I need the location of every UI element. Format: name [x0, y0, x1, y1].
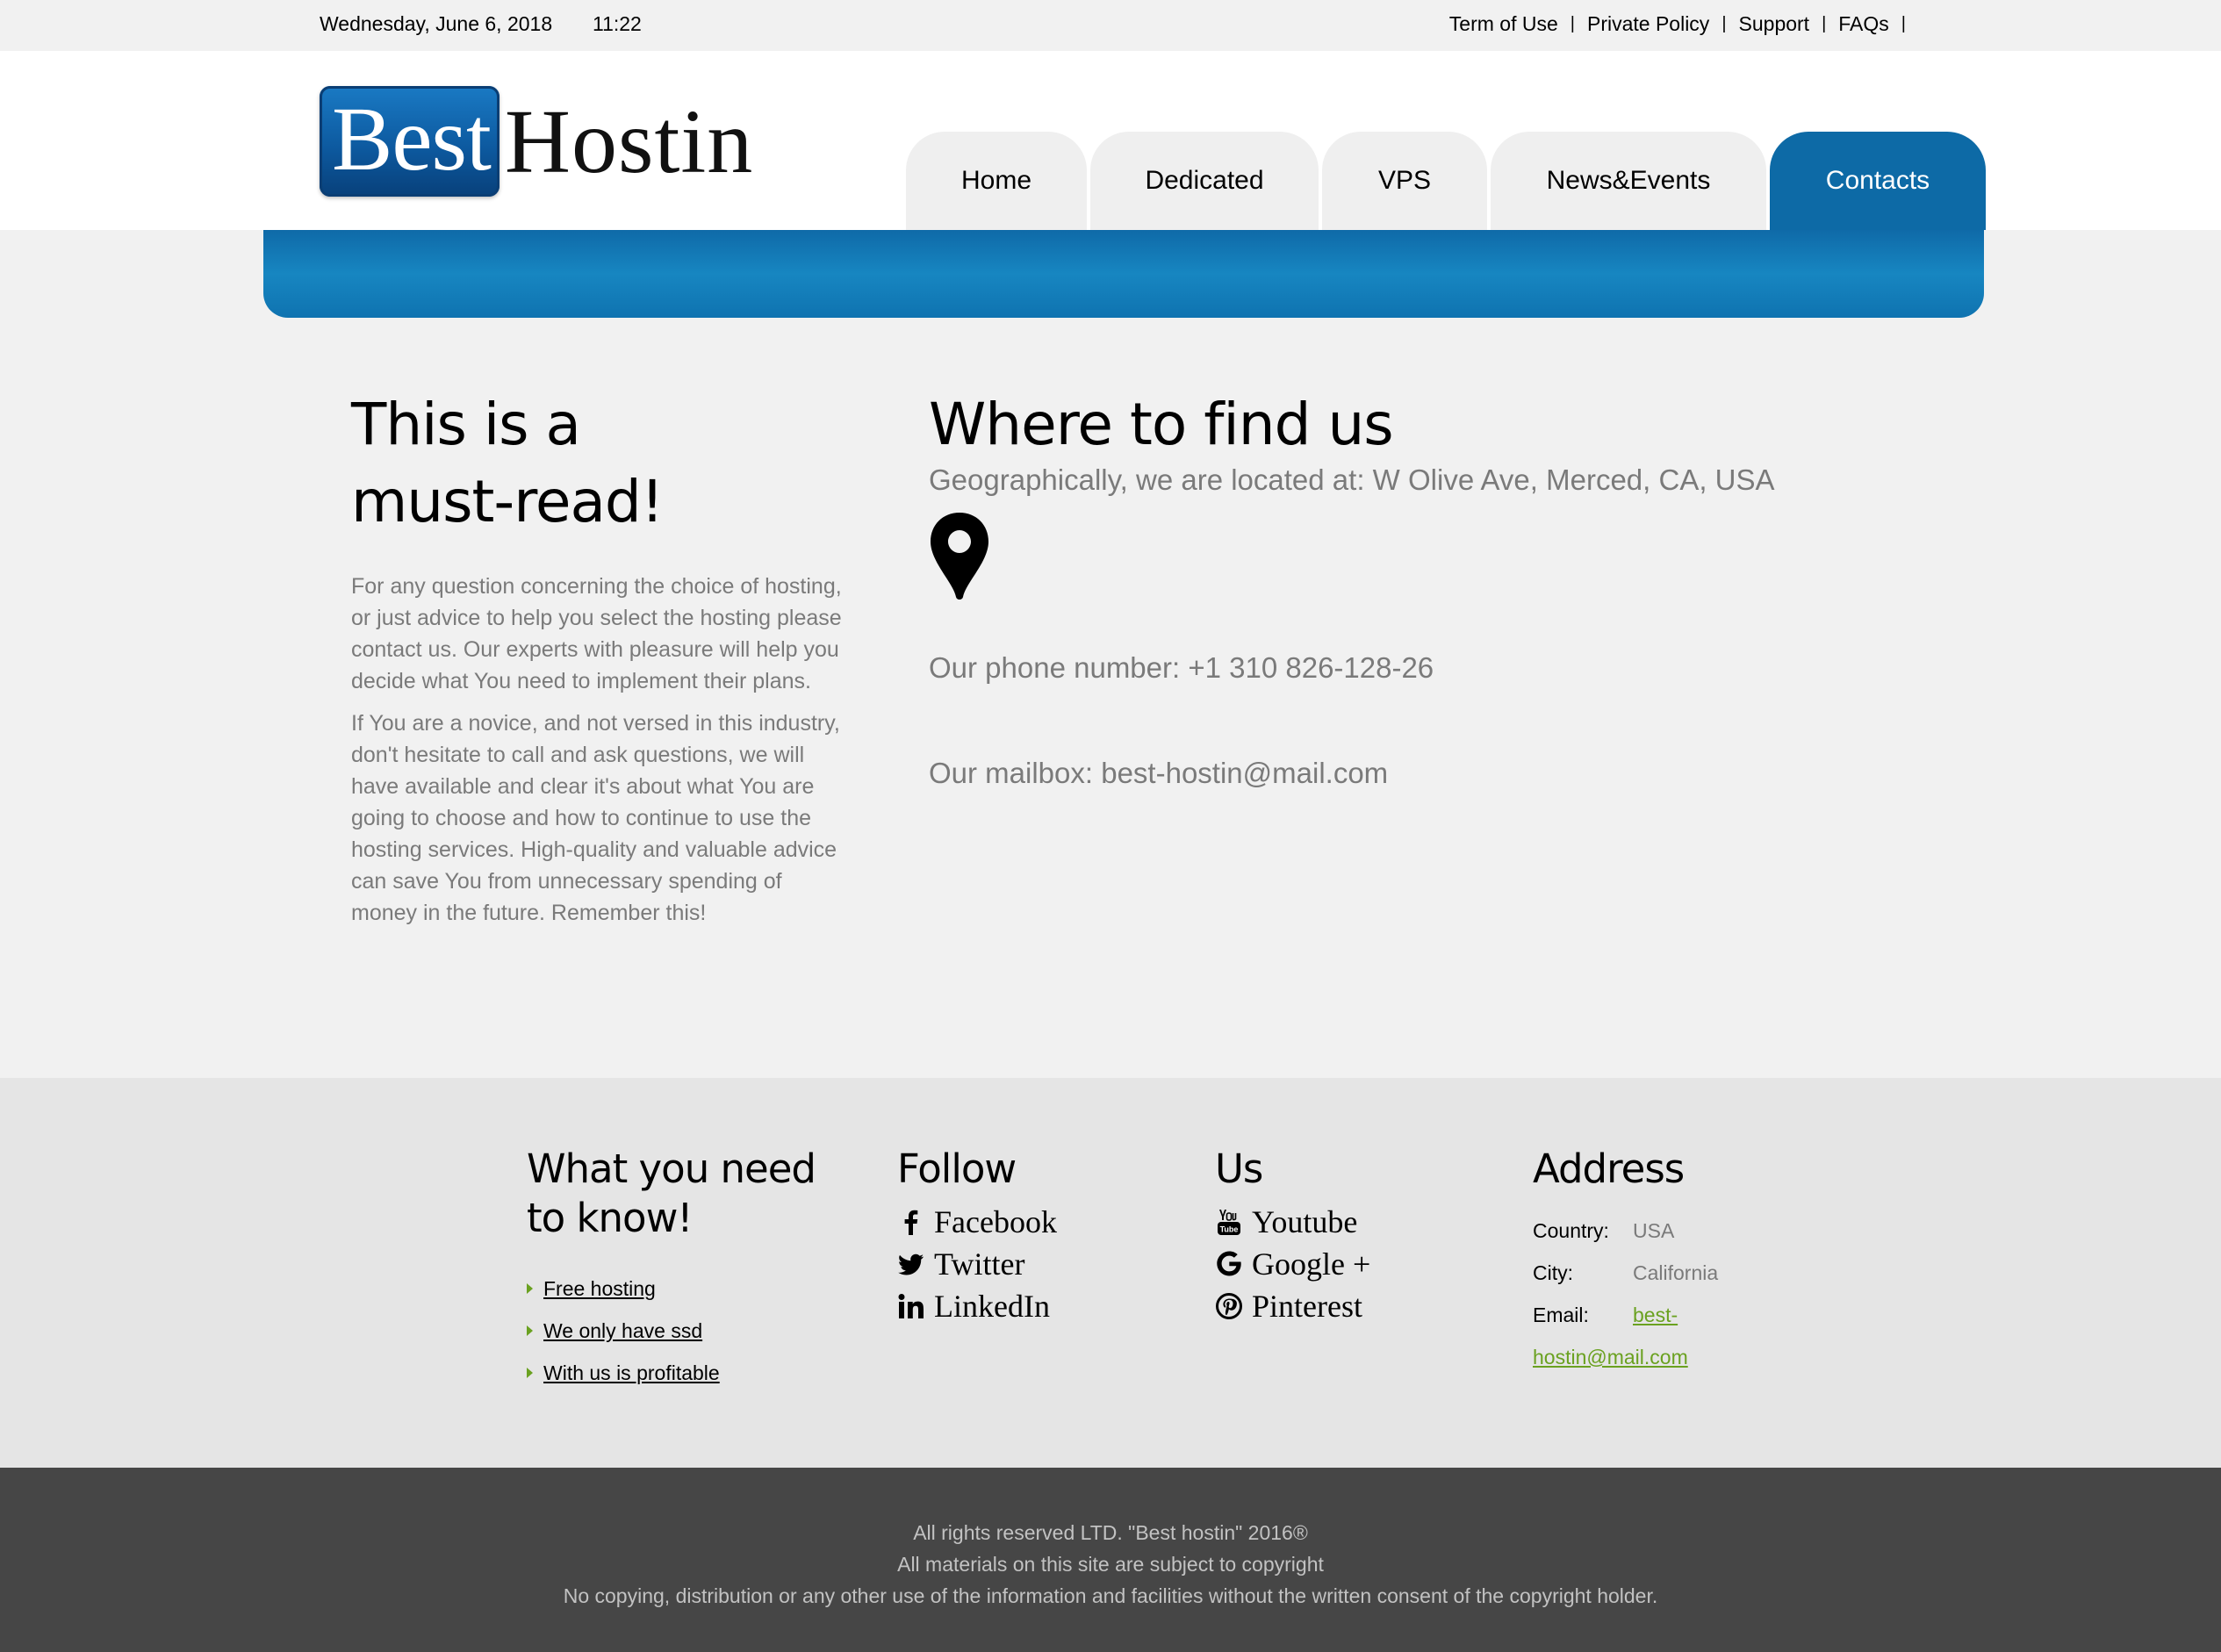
- nav-tab-home[interactable]: Home: [906, 132, 1087, 230]
- bullet-triangle-icon: [527, 1283, 533, 1294]
- top-links: Term of Use | Private Policy | Support |…: [1449, 12, 1918, 36]
- must-read-heading-line2: must-read!: [351, 468, 664, 535]
- facebook-icon: [904, 1210, 918, 1235]
- separator: |: [1822, 14, 1827, 33]
- main-nav: Home Dedicated VPS News&Events Contacts: [906, 132, 1989, 230]
- separator: |: [1721, 14, 1727, 33]
- google-plus-link[interactable]: Google +: [1252, 1246, 1370, 1282]
- follow-heading: Follow: [897, 1146, 1017, 1192]
- know-list: Free hosting We only have ssd With us is…: [527, 1268, 834, 1394]
- bullet-triangle-icon: [527, 1368, 533, 1378]
- youtube-item[interactable]: Tube Youtube: [1215, 1201, 1478, 1243]
- twitter-link[interactable]: Twitter: [934, 1246, 1024, 1282]
- city-value: California: [1633, 1261, 1719, 1284]
- know-heading: What you need to know!: [527, 1145, 834, 1243]
- facebook-item[interactable]: Facebook: [897, 1201, 1161, 1243]
- must-read-heading-line1: This is a: [351, 391, 581, 458]
- site-logo[interactable]: Best Hostin: [320, 84, 753, 198]
- us-heading: Us: [1215, 1146, 1263, 1192]
- address-country-row: Country: USA: [1533, 1210, 1814, 1252]
- term-of-use-link[interactable]: Term of Use: [1449, 12, 1558, 36]
- email-label: Email:: [1533, 1304, 1589, 1326]
- us-social-list: Tube Youtube Google + Pinterest: [1215, 1201, 1478, 1327]
- copyright-line2: All materials on this site are subject t…: [897, 1553, 1324, 1576]
- pinterest-icon: [1216, 1293, 1242, 1319]
- country-value: USA: [1633, 1219, 1675, 1242]
- list-item: We only have ssd: [527, 1310, 834, 1352]
- svg-text:Tube: Tube: [1220, 1225, 1239, 1234]
- nav-tab-news-events[interactable]: News&Events: [1491, 132, 1766, 230]
- nav-tab-vps[interactable]: VPS: [1322, 132, 1487, 230]
- twitter-item[interactable]: Twitter: [897, 1243, 1161, 1285]
- must-read-section: This is a must-read! For any question co…: [351, 386, 852, 929]
- mailbox-text: Our mailbox: best-hostin@mail.com: [929, 757, 1389, 789]
- google-plus-item[interactable]: Google +: [1215, 1243, 1478, 1285]
- follow-social-list: Facebook Twitter LinkedIn: [897, 1201, 1161, 1327]
- footer-col-address: Address Country: USA City: California Em…: [1533, 1145, 1814, 1378]
- must-read-heading: This is a must-read!: [351, 386, 852, 541]
- linkedin-icon: [898, 1294, 924, 1318]
- address-city-row: City: California: [1533, 1252, 1814, 1294]
- know-heading-line2: to know!: [527, 1195, 693, 1241]
- private-policy-link[interactable]: Private Policy: [1587, 12, 1709, 36]
- twitter-icon: [898, 1253, 924, 1275]
- country-label: Country:: [1533, 1219, 1609, 1242]
- city-label: City:: [1533, 1261, 1573, 1284]
- address-block: Country: USA City: California Email: bes…: [1533, 1210, 1814, 1378]
- address-email-row: Email: best-: [1533, 1294, 1814, 1336]
- linkedin-link[interactable]: LinkedIn: [934, 1288, 1050, 1325]
- separator: |: [1570, 14, 1575, 33]
- header-blue-band: [263, 230, 1984, 318]
- email-link-part2[interactable]: hostin@mail.com: [1533, 1346, 1688, 1368]
- where-to-find-heading: Where to find us: [929, 391, 1394, 458]
- pinterest-item[interactable]: Pinterest: [1215, 1285, 1478, 1327]
- logo-best-text: Best: [320, 86, 500, 197]
- copyright-line1: All rights reserved LTD. "Best hostin" 2…: [913, 1521, 1308, 1544]
- map-pin-icon: [931, 513, 988, 600]
- footer-col-know: What you need to know! Free hosting We o…: [527, 1145, 834, 1394]
- intro-paragraph: For any question concerning the choice o…: [351, 574, 842, 693]
- copyright-line3: No copying, distribution or any other us…: [563, 1584, 1658, 1607]
- nav-tab-contacts[interactable]: Contacts: [1770, 132, 1986, 230]
- where-to-find-section: Where to find us Geographically, we are …: [929, 386, 1982, 789]
- logo-hostin-text: Hostin: [504, 90, 754, 192]
- free-hosting-link[interactable]: Free hosting: [543, 1268, 656, 1310]
- phone-text: Our phone number: +1 310 826-128-26: [929, 651, 1434, 684]
- profitable-link[interactable]: With us is profitable: [543, 1352, 720, 1394]
- list-item: With us is profitable: [527, 1352, 834, 1394]
- youtube-link[interactable]: Youtube: [1252, 1203, 1357, 1240]
- facebook-link[interactable]: Facebook: [934, 1203, 1057, 1240]
- current-time: 11:22: [593, 12, 642, 35]
- footer-info: What you need to know! Free hosting We o…: [0, 1078, 2221, 1468]
- pinterest-link[interactable]: Pinterest: [1252, 1288, 1362, 1325]
- footer-col-us: Us Tube Youtube Google + Pinterest: [1215, 1145, 1478, 1327]
- footer-col-follow: Follow Facebook Twitter LinkedIn: [897, 1145, 1161, 1327]
- copyright-footer: All rights reserved LTD. "Best hostin" 2…: [0, 1468, 2221, 1652]
- faqs-link[interactable]: FAQs: [1838, 12, 1889, 36]
- address-email-continued: hostin@mail.com: [1533, 1336, 1814, 1378]
- novice-paragraph: If You are a novice, and not versed in t…: [351, 711, 840, 925]
- nav-tab-dedicated[interactable]: Dedicated: [1090, 132, 1319, 230]
- youtube-icon: Tube: [1218, 1210, 1240, 1235]
- linkedin-item[interactable]: LinkedIn: [897, 1285, 1161, 1327]
- top-bar: Wednesday, June 6, 2018 11:22 Term of Us…: [0, 0, 2221, 51]
- google-icon: [1217, 1251, 1241, 1276]
- address-heading: Address: [1533, 1146, 1685, 1192]
- list-item: Free hosting: [527, 1268, 834, 1310]
- know-heading-line1: What you need: [527, 1146, 816, 1192]
- site-header: Best Hostin Home Dedicated VPS News&Even…: [0, 51, 2221, 230]
- separator: |: [1901, 14, 1906, 33]
- support-link[interactable]: Support: [1739, 12, 1810, 36]
- email-link-part1[interactable]: best-: [1633, 1294, 1678, 1336]
- location-text: Geographically, we are located at: W Oli…: [929, 463, 1775, 496]
- current-date: Wednesday, June 6, 2018: [320, 12, 553, 35]
- only-ssd-link[interactable]: We only have ssd: [543, 1310, 702, 1352]
- bullet-triangle-icon: [527, 1325, 533, 1336]
